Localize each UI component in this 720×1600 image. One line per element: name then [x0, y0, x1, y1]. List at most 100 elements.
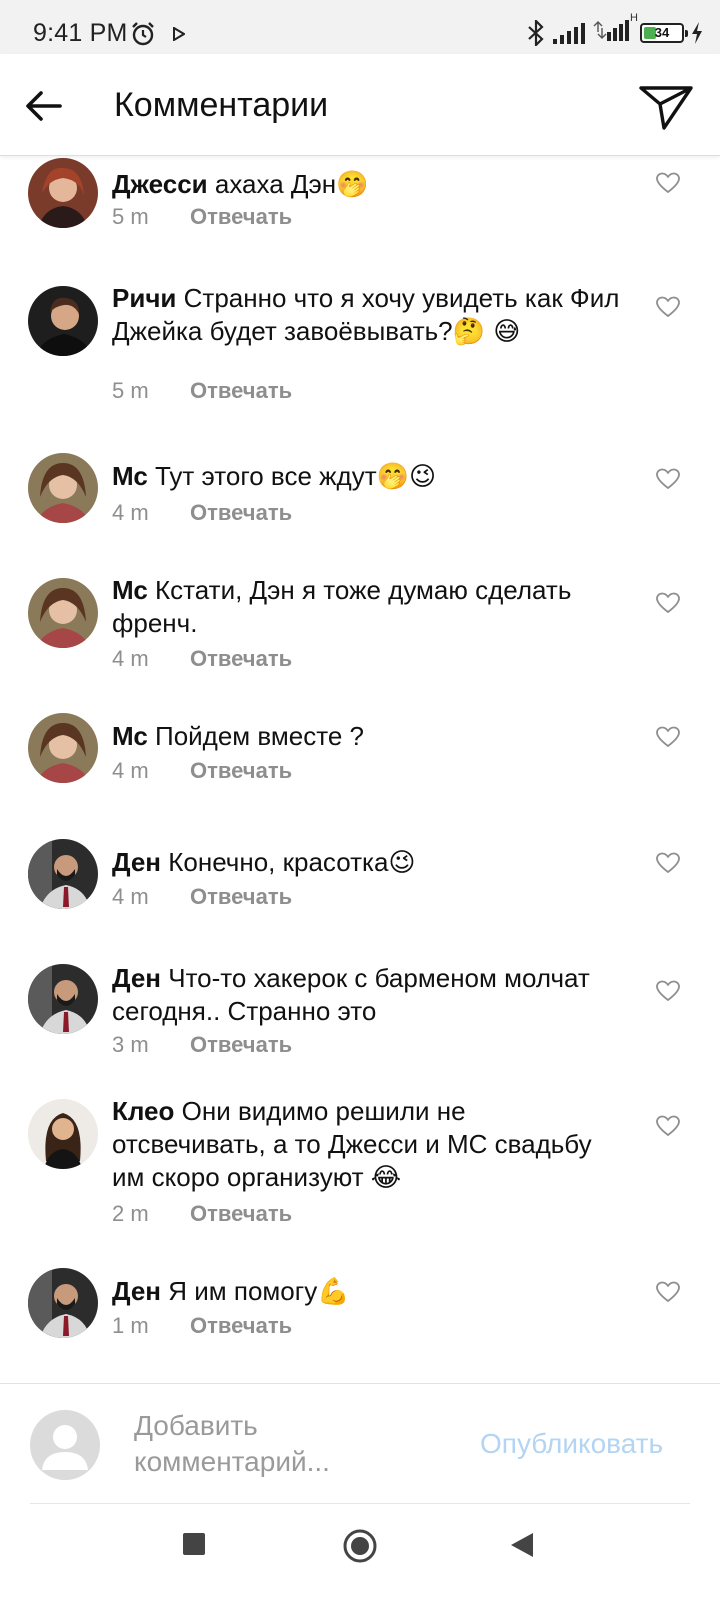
comment-meta: 4 m Отвечать: [112, 758, 292, 784]
comment-text: Мс Тут этого все ждут🤭😉: [112, 460, 622, 494]
heart-icon[interactable]: [656, 592, 680, 614]
comment-emoji: 💪: [317, 1277, 350, 1307]
comment-username[interactable]: Мс: [112, 721, 148, 751]
comment-meta: 4 m Отвечать: [112, 646, 292, 672]
heart-icon[interactable]: [656, 1115, 680, 1137]
avatar[interactable]: [28, 578, 98, 648]
avatar[interactable]: [28, 453, 98, 523]
comment-username[interactable]: Ден: [112, 963, 161, 993]
battery-tip: [685, 29, 688, 37]
play-icon: [173, 27, 185, 41]
comment-input[interactable]: Добавить комментарий...: [134, 1408, 454, 1480]
comment-time: 4 m: [112, 758, 149, 783]
comment-username[interactable]: Мс: [112, 575, 148, 605]
comment-text: Ден Что-то хакерок с барменом молчат сег…: [112, 962, 622, 1029]
comment-meta: 5 m Отвечать: [112, 204, 292, 230]
comment-text: Ден Я им помогу💪: [112, 1275, 622, 1309]
comment-time: 4 m: [112, 884, 149, 909]
reply-button[interactable]: Отвечать: [190, 1201, 292, 1226]
send-icon[interactable]: [638, 80, 694, 132]
avatar[interactable]: [28, 158, 98, 228]
recents-square-icon[interactable]: [182, 1532, 206, 1556]
status-bar: 9:41 PM H 34: [0, 0, 720, 54]
comment-time: 5 m: [112, 378, 149, 403]
comment-time: 4 m: [112, 646, 149, 671]
comment-body: Конечно, красотка: [161, 847, 389, 877]
comment-meta: 4 m Отвечать: [112, 500, 292, 526]
comment-meta: 4 m Отвечать: [112, 884, 292, 910]
charging-icon: [692, 21, 702, 44]
header: Комментарии: [0, 54, 720, 156]
battery-icon: 34: [640, 22, 688, 43]
comment-time: 1 m: [112, 1313, 149, 1338]
comment-username[interactable]: Джесси: [112, 169, 208, 199]
signal-icon-2: [593, 20, 629, 41]
comment-text: Мс Кстати, Дэн я тоже думаю сделать френ…: [112, 574, 622, 641]
comment-text: Ричи Странно что я хочу увидеть как Фил …: [112, 282, 622, 349]
signal-h: H: [592, 12, 638, 47]
reply-button[interactable]: Отвечать: [190, 758, 292, 783]
heart-icon[interactable]: [656, 1281, 680, 1303]
comment-body: Кстати, Дэн я тоже думаю сделать френч.: [112, 575, 572, 638]
heart-icon[interactable]: [656, 468, 680, 490]
comment-text: Клео Они видимо решили не отсвечивать, а…: [112, 1095, 622, 1195]
battery-level: 34: [654, 24, 670, 40]
bluetooth-icon: [528, 19, 544, 46]
comment-body: Они видимо решили не отсвечивать, а то Д…: [112, 1096, 592, 1192]
page-title: Комментарии: [114, 86, 329, 124]
current-user-avatar: [30, 1410, 100, 1480]
avatar[interactable]: [28, 1268, 98, 1338]
heart-icon[interactable]: [656, 980, 680, 1002]
home-circle-icon[interactable]: [343, 1529, 377, 1563]
heart-icon[interactable]: [656, 172, 680, 194]
comment-body: Я им помогу: [161, 1276, 318, 1306]
reply-button[interactable]: Отвечать: [190, 500, 292, 525]
comment-username[interactable]: Мс: [112, 461, 148, 491]
avatar[interactable]: [28, 713, 98, 783]
comment-username[interactable]: Клео: [112, 1096, 174, 1126]
comment-emoji: 🤔 😅: [452, 317, 521, 347]
comment-text: Ден Конечно, красотка😉: [112, 846, 622, 880]
comment-time: 2 m: [112, 1201, 149, 1226]
status-time: 9:41 PM: [33, 19, 128, 47]
heart-icon[interactable]: [656, 852, 680, 874]
comment-body: Тут этого все ждут: [147, 461, 377, 491]
add-comment-bar: Добавить комментарий... Опубликовать: [0, 1383, 720, 1505]
comment-text: Джесси ахаха Дэн🤭: [112, 168, 622, 202]
comment-meta: 5 m Отвечать: [112, 378, 292, 404]
avatar[interactable]: [28, 286, 98, 356]
reply-button[interactable]: Отвечать: [190, 646, 292, 671]
reply-button[interactable]: Отвечать: [190, 1313, 292, 1338]
comment-body: Странно что я хочу увидеть как Фил Джейк…: [112, 283, 620, 346]
alarm-icon: [132, 22, 154, 46]
comment-username[interactable]: Ден: [112, 847, 161, 877]
comment-body: ахаха Дэн: [207, 169, 337, 199]
comment-time: 4 m: [112, 500, 149, 525]
comment-username[interactable]: Ден: [112, 1276, 161, 1306]
comment-emoji: 😉: [388, 848, 416, 878]
back-arrow-icon[interactable]: [20, 82, 68, 130]
reply-button[interactable]: Отвечать: [190, 378, 292, 403]
publish-button[interactable]: Опубликовать: [480, 1428, 663, 1460]
avatar[interactable]: [28, 964, 98, 1034]
comment-time: 3 m: [112, 1032, 149, 1057]
back-triangle-icon[interactable]: [510, 1532, 534, 1558]
comment-time: 5 m: [112, 204, 149, 229]
heart-icon[interactable]: [656, 726, 680, 748]
comment-meta: 3 m Отвечать: [112, 1032, 292, 1058]
system-nav-bar: [0, 1504, 720, 1600]
comment-meta: 1 m Отвечать: [112, 1313, 292, 1339]
heart-icon[interactable]: [656, 296, 680, 318]
comment-body: Пойдем вместе ?: [147, 721, 365, 751]
comment-text: Мс Пойдем вместе ?: [112, 720, 622, 754]
comment-username[interactable]: Ричи: [112, 283, 176, 313]
reply-button[interactable]: Отвечать: [190, 1032, 292, 1057]
comment-emoji: 🤭😉: [376, 462, 437, 492]
comment-emoji: 🤭: [336, 170, 369, 200]
comment-meta: 2 m Отвечать: [112, 1201, 292, 1227]
avatar[interactable]: [28, 1099, 98, 1169]
avatar[interactable]: [28, 839, 98, 909]
status-icons: H 34: [526, 12, 704, 47]
reply-button[interactable]: Отвечать: [190, 884, 292, 909]
reply-button[interactable]: Отвечать: [190, 204, 292, 229]
